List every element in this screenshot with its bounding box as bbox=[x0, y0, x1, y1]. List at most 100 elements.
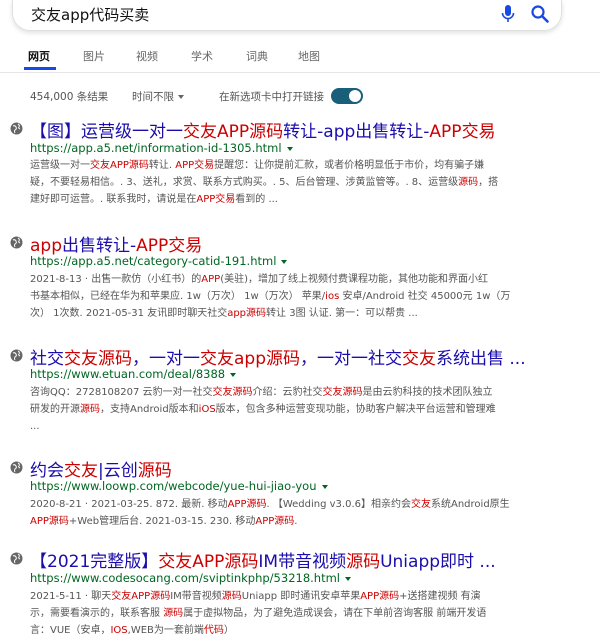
highlighted-term: 源码 bbox=[98, 349, 132, 369]
text-segment: 系统Android原生 bbox=[431, 499, 510, 510]
chevron-down-icon bbox=[178, 95, 184, 99]
time-filter-label: 时间不限 bbox=[132, 91, 174, 103]
text-segment: 提醒您：让你提前汇款，或者价格明显低于市价，均有骗子嫌 bbox=[214, 160, 485, 171]
highlighted-term: APP bbox=[217, 122, 250, 142]
tab-academic[interactable]: 学术 bbox=[191, 48, 213, 64]
text-segment: Uniapp 即时通讯安卓苹果 bbox=[241, 591, 361, 602]
time-filter-dropdown[interactable]: 时间不限 bbox=[132, 89, 184, 104]
highlighted-term: 交友 bbox=[322, 387, 343, 398]
text-segment: 约会 bbox=[30, 461, 64, 481]
highlighted-term: 源码 bbox=[150, 591, 171, 602]
text-segment: 2021-5-11 · 聊天 bbox=[30, 591, 112, 602]
text-segment: 疑，不要轻易相信。. 3、送礼，求赏、联系方式购买。. 5、后台管理、涉黄监管等… bbox=[30, 177, 459, 188]
result-url[interactable]: https://www.loowp.com/webcode/yue-hui-ji… bbox=[30, 479, 328, 493]
tab-images[interactable]: 图片 bbox=[83, 48, 105, 64]
result-url[interactable]: https://app.a5.net/category-catid-191.ht… bbox=[30, 254, 288, 268]
text-segment: 转让. bbox=[148, 160, 176, 171]
highlighted-term: APP bbox=[192, 552, 225, 572]
highlighted-term: 交易 bbox=[194, 160, 215, 171]
new-tab-toggle[interactable] bbox=[331, 88, 363, 104]
globe-icon bbox=[10, 552, 23, 565]
text-segment: 建好即可运营。. 联系我时，请说是在 bbox=[30, 194, 197, 205]
snippet-line: 2021-8-13 · 出售一款仿（小红书）的APP(美驻)，增加了线上视频付费… bbox=[30, 271, 568, 288]
highlighted-term: IOS bbox=[110, 625, 128, 636]
tab-videos[interactable]: 视频 bbox=[136, 48, 158, 64]
text-segment: 2021-8-13 · 出售一款仿（小红书）的 bbox=[30, 274, 202, 285]
text-segment: . bbox=[294, 516, 298, 527]
microphone-icon[interactable] bbox=[500, 4, 516, 24]
text-segment: 【2021完整版】 bbox=[30, 552, 159, 572]
highlighted-term: 交易 bbox=[168, 236, 203, 256]
tab-web[interactable]: 网页 bbox=[28, 48, 50, 64]
caret-down-icon[interactable] bbox=[286, 146, 293, 151]
highlighted-term: app bbox=[234, 349, 266, 369]
tab-dictionary[interactable]: 词典 bbox=[246, 48, 268, 64]
text-segment: 安卓/Android 社交 45000元 1w（万 bbox=[339, 291, 511, 302]
highlighted-term: 源码 bbox=[80, 404, 100, 415]
result-url[interactable]: https://app.a5.net/information-id-1305.h… bbox=[30, 141, 293, 155]
search-input[interactable]: 交友app代码买卖 bbox=[31, 4, 149, 25]
result-title-link[interactable]: app出售转让-APP交易 bbox=[30, 231, 202, 256]
snippet-line: 言：VUE（安卓，IOS,WEB为一套前端代码） bbox=[30, 622, 568, 639]
highlighted-term: 源码 bbox=[128, 160, 149, 171]
highlighted-term: 交易 bbox=[461, 122, 496, 142]
caret-down-icon[interactable] bbox=[281, 259, 288, 264]
highlighted-term: 源码 bbox=[246, 499, 267, 510]
snippet-line: 示，需要看演示的，联系客服 源码属于虚拟物品，为了避免造成误会，请在下单前咨询客… bbox=[30, 605, 568, 622]
highlighted-term: ios bbox=[325, 291, 340, 302]
highlighted-term: 交友 bbox=[158, 552, 193, 572]
text-segment: 系统出售 ... bbox=[436, 349, 526, 369]
highlighted-term: APP bbox=[429, 122, 462, 142]
text-segment: 次） 1次数. 2021-05-31 友讯即时聊天社交 bbox=[30, 308, 228, 319]
result-url-text: https://www.etuan.com/deal/8388 bbox=[30, 367, 226, 381]
text-segment: Uniapp即时 ... bbox=[380, 552, 496, 572]
text-segment: 介绍：云豹社交 bbox=[252, 387, 323, 398]
result-title-link[interactable]: 约会交友|云创源码 bbox=[30, 456, 172, 481]
result-title-link[interactable]: 【2021完整版】交友APP源码IM带音视频源码Uniapp即时 ... bbox=[30, 547, 496, 572]
result-snippet: 2020-8-21 · 2021-03-25. 872. 最新. 移动APP源码… bbox=[30, 496, 568, 530]
text-segment: 出售转让- bbox=[62, 236, 137, 256]
highlighted-term: 源码 bbox=[224, 552, 259, 572]
highlighted-term: 源码 bbox=[163, 608, 184, 619]
result-title-link[interactable]: 【图】运营级一对一交友APP源码转让-app出售转让-APP交易 bbox=[30, 117, 496, 142]
highlighted-term: 交友 bbox=[183, 122, 217, 142]
snippet-line: 2021-5-11 · 聊天交友APP源码IM带音视频源码Uniapp 即时通讯… bbox=[30, 588, 568, 605]
globe-icon bbox=[10, 461, 23, 474]
tabs-divider bbox=[0, 72, 600, 73]
text-segment: ... bbox=[30, 421, 40, 432]
snippet-line: 建好即可运营。. 联系我时，请说是在APP交易看到的 ... bbox=[30, 191, 568, 208]
snippet-line: 次） 1次数. 2021-05-31 友讯即时聊天社交app源码转让 3图 认证… bbox=[30, 305, 568, 322]
highlighted-term: 交友 bbox=[90, 160, 110, 171]
tab-maps[interactable]: 地图 bbox=[298, 48, 320, 64]
caret-down-icon[interactable] bbox=[230, 372, 237, 377]
snippet-line: 咨询QQ：2728108207 云豹一对一社交交友源码介绍：云豹社交交友源码是由… bbox=[30, 384, 568, 401]
result-title-link[interactable]: 社交交友源码，一对一交友app源码，一对一社交交友系统出售 ... bbox=[30, 344, 526, 369]
text-segment: ） bbox=[223, 625, 234, 636]
globe-icon bbox=[10, 349, 23, 362]
active-tab-indicator bbox=[24, 67, 56, 70]
text-segment: 社交 bbox=[30, 349, 64, 369]
text-segment: 版本，包含多种运营变现功能，协助客户解决平台运营和管理难 bbox=[215, 404, 496, 415]
snippet-line: 运营级一对一交友APP源码转让. APP交易提醒您：让你提前汇款，或者价格明显低… bbox=[30, 157, 568, 174]
text-segment: 书基本相似，已经在华为和苹果应. 1w（万次） 1w（万次） 苹果/ bbox=[30, 291, 326, 302]
search-bar[interactable]: 交友app代码买卖 bbox=[12, 0, 562, 31]
text-segment: 言：VUE（安卓， bbox=[30, 625, 111, 636]
text-segment: 示，需要看演示的，联系客服 bbox=[30, 608, 164, 619]
text-segment: ,WEB为一套前端 bbox=[127, 625, 204, 636]
text-segment: 属于虚拟物品，为了避免造成误会，请在下单前咨询客服 前端开发语 bbox=[183, 608, 487, 619]
caret-down-icon[interactable] bbox=[345, 576, 351, 581]
highlighted-term: APP bbox=[175, 160, 195, 171]
result-url-text: https://app.a5.net/category-catid-191.ht… bbox=[30, 254, 277, 268]
search-icon[interactable] bbox=[530, 4, 550, 24]
snippet-line: 2020-8-21 · 2021-03-25. 872. 最新. 移动APP源码… bbox=[30, 496, 568, 513]
highlighted-term: app bbox=[227, 308, 247, 319]
result-url[interactable]: https://www.etuan.com/deal/8388 bbox=[30, 367, 237, 381]
snippet-line: APP源码+Web管理后台. 2021-03-15. 230. 移动APP源码. bbox=[30, 513, 568, 530]
highlighted-term: 源码 bbox=[48, 516, 69, 527]
caret-down-icon[interactable] bbox=[321, 484, 328, 489]
highlighted-term: 交友 bbox=[111, 591, 132, 602]
result-url[interactable]: https://www.codesocang.com/sviptinkphp/5… bbox=[30, 571, 351, 585]
text-segment: ，一对一社交 bbox=[300, 349, 402, 369]
text-segment: (美驻)，增加了线上视频付费课程功能，其他功能和界面小红 bbox=[220, 274, 489, 285]
result-snippet: 运营级一对一交友APP源码转让. APP交易提醒您：让你提前汇款，或者价格明显低… bbox=[30, 157, 568, 208]
